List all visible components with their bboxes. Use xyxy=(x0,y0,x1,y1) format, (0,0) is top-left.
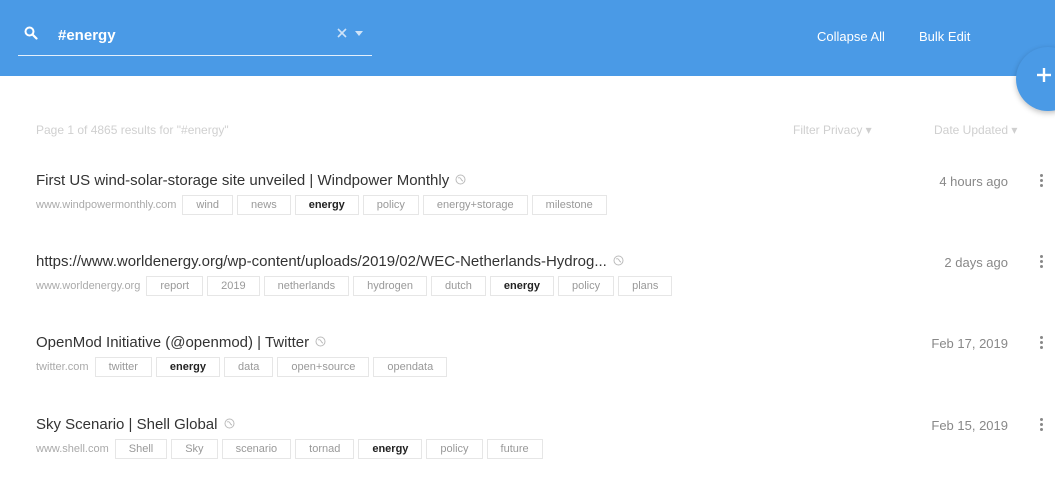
more-options-icon[interactable] xyxy=(1036,416,1046,434)
tag[interactable]: netherlands xyxy=(263,276,350,296)
tag[interactable]: plans xyxy=(618,276,673,296)
globe-icon xyxy=(224,418,234,429)
item-date: Feb 15, 2019 xyxy=(931,418,1008,433)
item-domain[interactable]: www.windpowermonthly.com xyxy=(36,199,176,211)
tag[interactable]: energy xyxy=(358,439,423,459)
search-input[interactable] xyxy=(58,24,328,46)
filter-privacy-dropdown[interactable]: Filter Privacy ▾ xyxy=(793,123,872,137)
results-summary: Page 1 of 4865 results for "#energy" xyxy=(36,123,229,137)
tag[interactable]: milestone xyxy=(531,195,607,215)
more-options-icon[interactable] xyxy=(1036,334,1046,352)
item-title-text: First US wind-solar-storage site unveile… xyxy=(36,172,450,189)
tag[interactable]: scenario xyxy=(221,439,292,459)
list-item: Sky Scenario | Shell Global Feb 15, 2019 w… xyxy=(36,416,1046,466)
plus-icon xyxy=(1037,68,1051,82)
search-icon xyxy=(24,26,38,40)
tag[interactable]: energy xyxy=(155,357,220,377)
top-bar: Collapse All Bulk Edit xyxy=(0,0,1055,76)
globe-icon xyxy=(315,336,326,347)
tag[interactable]: Sky xyxy=(171,439,218,459)
globe-icon xyxy=(455,174,466,185)
item-title-link[interactable]: OpenMod Initiative (@openmod) | Twitter xyxy=(36,334,326,351)
item-title-text: OpenMod Initiative (@openmod) | Twitter xyxy=(36,334,310,351)
tag[interactable]: 2019 xyxy=(207,276,260,296)
item-domain[interactable]: twitter.com xyxy=(36,361,89,373)
tag[interactable]: energy xyxy=(489,276,554,296)
item-title-text: Sky Scenario | Shell Global xyxy=(36,416,218,433)
item-title-link[interactable]: Sky Scenario | Shell Global xyxy=(36,416,235,433)
search-bar[interactable] xyxy=(18,18,372,56)
item-title-link[interactable]: First US wind-solar-storage site unveile… xyxy=(36,172,466,189)
tag[interactable]: future xyxy=(486,439,543,459)
list-item: First US wind-solar-storage site unveile… xyxy=(36,172,1046,222)
chevron-down-icon[interactable] xyxy=(354,30,364,38)
tag[interactable]: open+source xyxy=(277,357,370,377)
tag[interactable]: twitter xyxy=(94,357,152,377)
item-domain[interactable]: www.shell.com xyxy=(36,443,109,455)
tag[interactable]: news xyxy=(237,195,291,215)
item-date: Feb 17, 2019 xyxy=(931,336,1008,351)
date-updated-dropdown[interactable]: Date Updated ▾ xyxy=(934,123,1017,137)
tag[interactable]: energy+storage xyxy=(422,195,528,215)
tag[interactable]: tornad xyxy=(295,439,355,459)
tag[interactable]: hydrogen xyxy=(353,276,427,296)
collapse-all-button[interactable]: Collapse All xyxy=(817,29,885,44)
tag[interactable]: policy xyxy=(557,276,615,296)
list-item: OpenMod Initiative (@openmod) | Twitter F… xyxy=(36,334,1046,384)
more-options-icon[interactable] xyxy=(1036,253,1046,271)
more-options-icon[interactable] xyxy=(1036,172,1046,190)
list-item: https://www.worldenergy.org/wp-content/u… xyxy=(36,253,1046,303)
clear-search-icon[interactable] xyxy=(336,27,348,39)
tag[interactable]: energy xyxy=(294,195,359,215)
tag[interactable]: report xyxy=(146,276,204,296)
item-meta: www.shell.com Shell Sky scenario tornad energ… xyxy=(36,438,547,460)
item-title-link[interactable]: https://www.worldenergy.org/wp-content/u… xyxy=(36,253,624,270)
item-date: 4 hours ago xyxy=(939,174,1008,189)
item-meta: www.windpowermonthly.com wind news energy po… xyxy=(36,194,611,216)
tag[interactable]: wind xyxy=(182,195,234,215)
item-domain[interactable]: www.worldenergy.org xyxy=(36,280,140,292)
tag[interactable]: Shell xyxy=(114,439,168,459)
tag[interactable]: policy xyxy=(426,439,483,459)
tag[interactable]: dutch xyxy=(430,276,486,296)
item-title-text: https://www.worldenergy.org/wp-content/u… xyxy=(36,253,607,270)
tag[interactable]: opendata xyxy=(373,357,448,377)
item-meta: www.worldenergy.org report 2019 netherlands… xyxy=(36,275,676,297)
item-date: 2 days ago xyxy=(944,255,1008,270)
item-meta: twitter.com twitter energy data open+source o… xyxy=(36,356,451,378)
globe-icon xyxy=(613,255,624,266)
tag[interactable]: policy xyxy=(362,195,419,215)
bulk-edit-button[interactable]: Bulk Edit xyxy=(919,29,970,44)
tag[interactable]: data xyxy=(224,357,274,377)
